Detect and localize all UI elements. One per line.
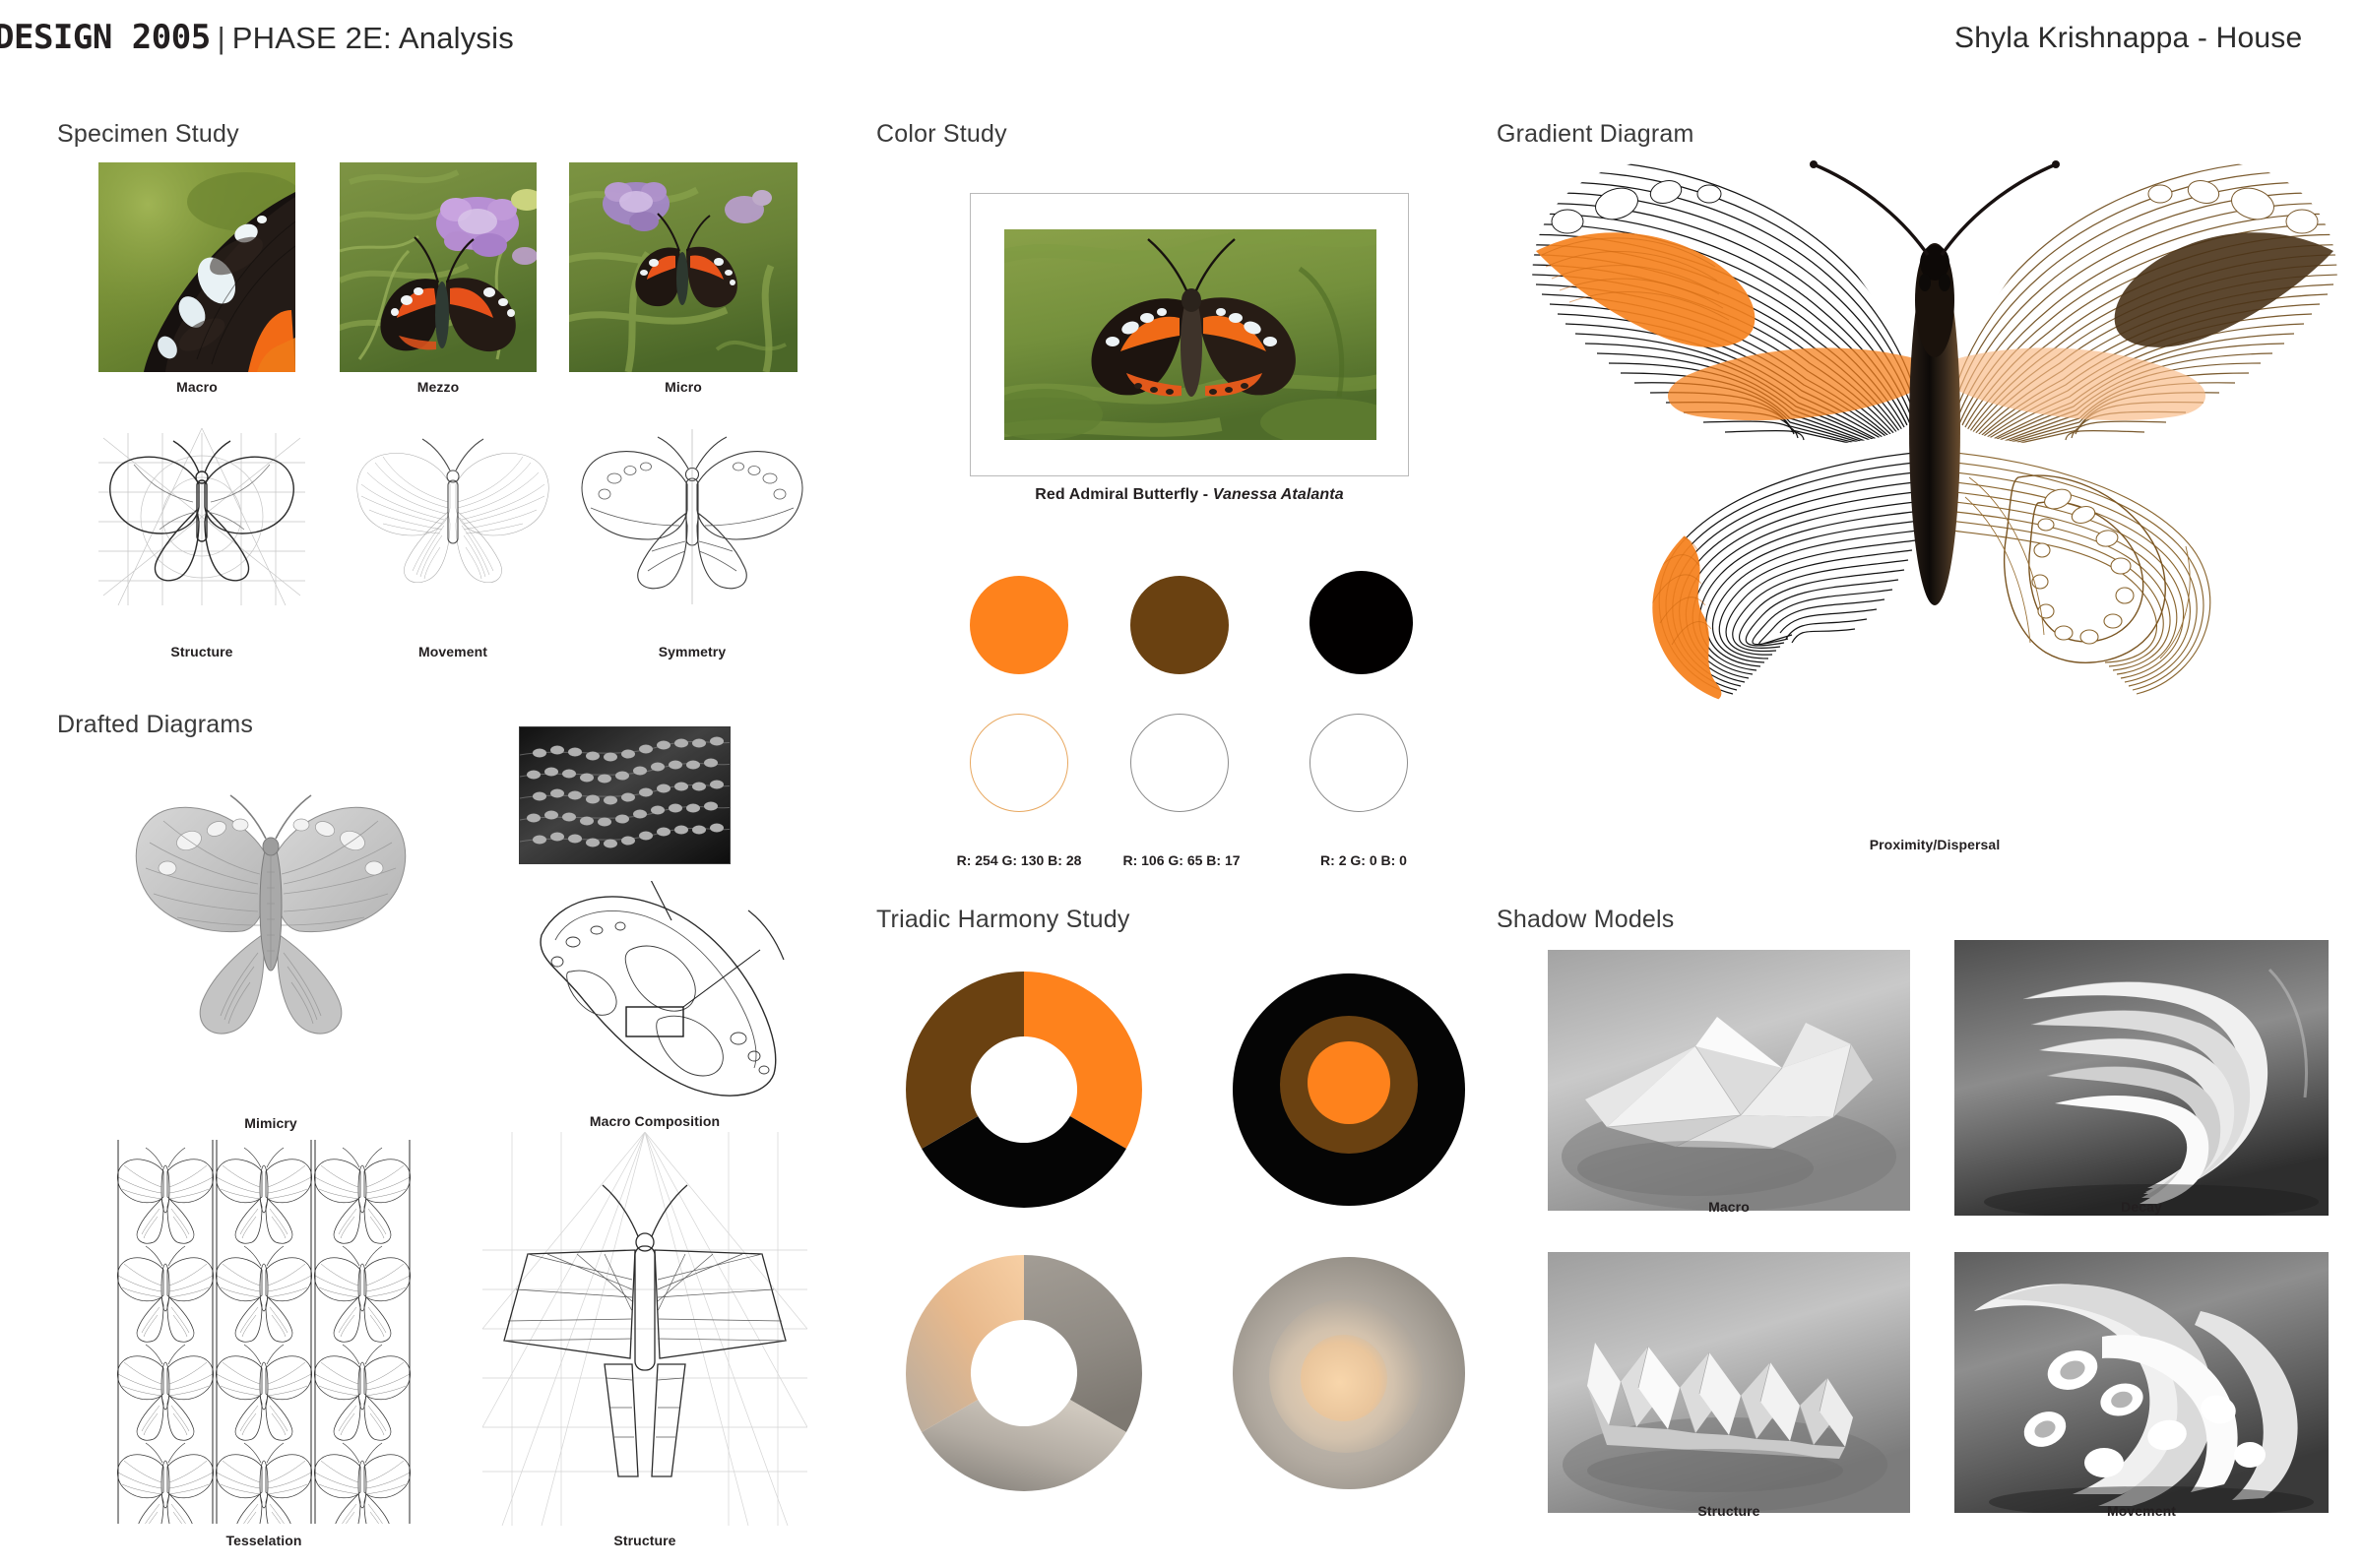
section-title-shadow-models: Shadow Models	[1497, 906, 1675, 933]
rgb-label-black: R: 2 G: 0 B: 0	[1320, 852, 1407, 868]
caption-drawing-movement: Movement	[417, 644, 488, 659]
caption-specimen-macro: Macro	[176, 379, 218, 395]
header-title-group: DESIGN 2005 | PHASE 2E: Analysis	[0, 18, 514, 57]
shadow-model-movement	[1954, 1252, 2329, 1513]
specimen-latin-name: Vanessa Atalanta	[1212, 486, 1344, 503]
drawing-movement	[340, 423, 566, 610]
drafted-structure-diagram	[482, 1132, 807, 1526]
triadic-concentric-flat-chart	[1226, 967, 1472, 1213]
color-swatch-orange-outline	[970, 714, 1068, 812]
drawing-structure	[89, 423, 315, 610]
rgb-label-brown: R: 106 G: 65 B: 17	[1122, 852, 1241, 868]
caption-shadow-decay: Decay	[2121, 1199, 2162, 1215]
color-swatch-brown	[1130, 576, 1229, 674]
drawing-symmetry	[569, 423, 815, 610]
section-title-color-study: Color Study	[876, 120, 1007, 148]
color-swatch-black	[1309, 571, 1413, 674]
triadic-concentric-shaded-chart	[1226, 1250, 1472, 1496]
drafted-tesselation-diagram	[116, 1140, 412, 1524]
color-study-specimen-photo	[1004, 229, 1376, 440]
shadow-model-macro	[1548, 950, 1910, 1211]
section-title-triadic-harmony: Triadic Harmony Study	[876, 906, 1130, 933]
caption-gradient-diagram: Proximity/Dispersal	[1869, 837, 2001, 852]
shadow-model-decay	[1954, 940, 2329, 1216]
triadic-donut-flat-chart	[901, 967, 1147, 1213]
caption-structure-drafted: Structure	[613, 1533, 676, 1548]
shadow-model-structure	[1548, 1252, 1910, 1513]
caption-mimicry: Mimicry	[244, 1115, 297, 1131]
header-title-light: PHASE 2E: Analysis	[231, 21, 514, 55]
caption-specimen-micro: Micro	[665, 379, 702, 395]
gradient-diagram-butterfly	[1506, 153, 2363, 832]
caption-shadow-movement: Movement	[2106, 1503, 2177, 1519]
caption-shadow-macro: Macro	[1708, 1199, 1750, 1215]
caption-drawing-structure: Structure	[170, 644, 233, 659]
header-separator: |	[217, 21, 225, 55]
drafted-mimicry-diagram	[128, 778, 414, 1073]
specimen-common-name: Red Admiral Butterfly -	[1035, 486, 1213, 503]
caption-shadow-structure: Structure	[1697, 1503, 1760, 1519]
caption-drawing-symmetry: Symmetry	[658, 644, 727, 659]
poster-canvas: DESIGN 2005 | PHASE 2E: Analysis Shyla Kri…	[0, 0, 2363, 1568]
header-author: Shyla Krishnappa - House	[1954, 22, 2303, 54]
section-title-gradient-diagram: Gradient Diagram	[1497, 120, 1694, 148]
color-swatch-black-outline	[1309, 714, 1408, 812]
section-title-drafted-diagrams: Drafted Diagrams	[57, 711, 254, 738]
caption-specimen-mezzo: Mezzo	[416, 379, 460, 395]
header-title-bold: DESIGN 2005	[0, 18, 211, 57]
drafted-macro-texture-inset	[519, 726, 731, 864]
specimen-photo-mezzo	[340, 162, 537, 372]
specimen-photo-micro	[569, 162, 798, 372]
color-study-frame	[970, 193, 1409, 476]
poster-header: DESIGN 2005 | PHASE 2E: Analysis Shyla Kri…	[0, 0, 2363, 61]
drafted-macro-composition-diagram	[512, 881, 798, 1107]
caption-color-study-specimen: Red Admiral Butterfly - Vanessa Atalanta	[970, 486, 1409, 504]
specimen-photo-macro	[98, 162, 295, 372]
color-swatch-brown-outline	[1130, 714, 1229, 812]
caption-tesselation: Tesselation	[225, 1533, 302, 1548]
caption-macro-composition: Macro Composition	[589, 1113, 721, 1129]
section-title-specimen-study: Specimen Study	[57, 120, 239, 148]
triadic-donut-shaded-chart	[901, 1250, 1147, 1496]
color-swatch-orange	[970, 576, 1068, 674]
